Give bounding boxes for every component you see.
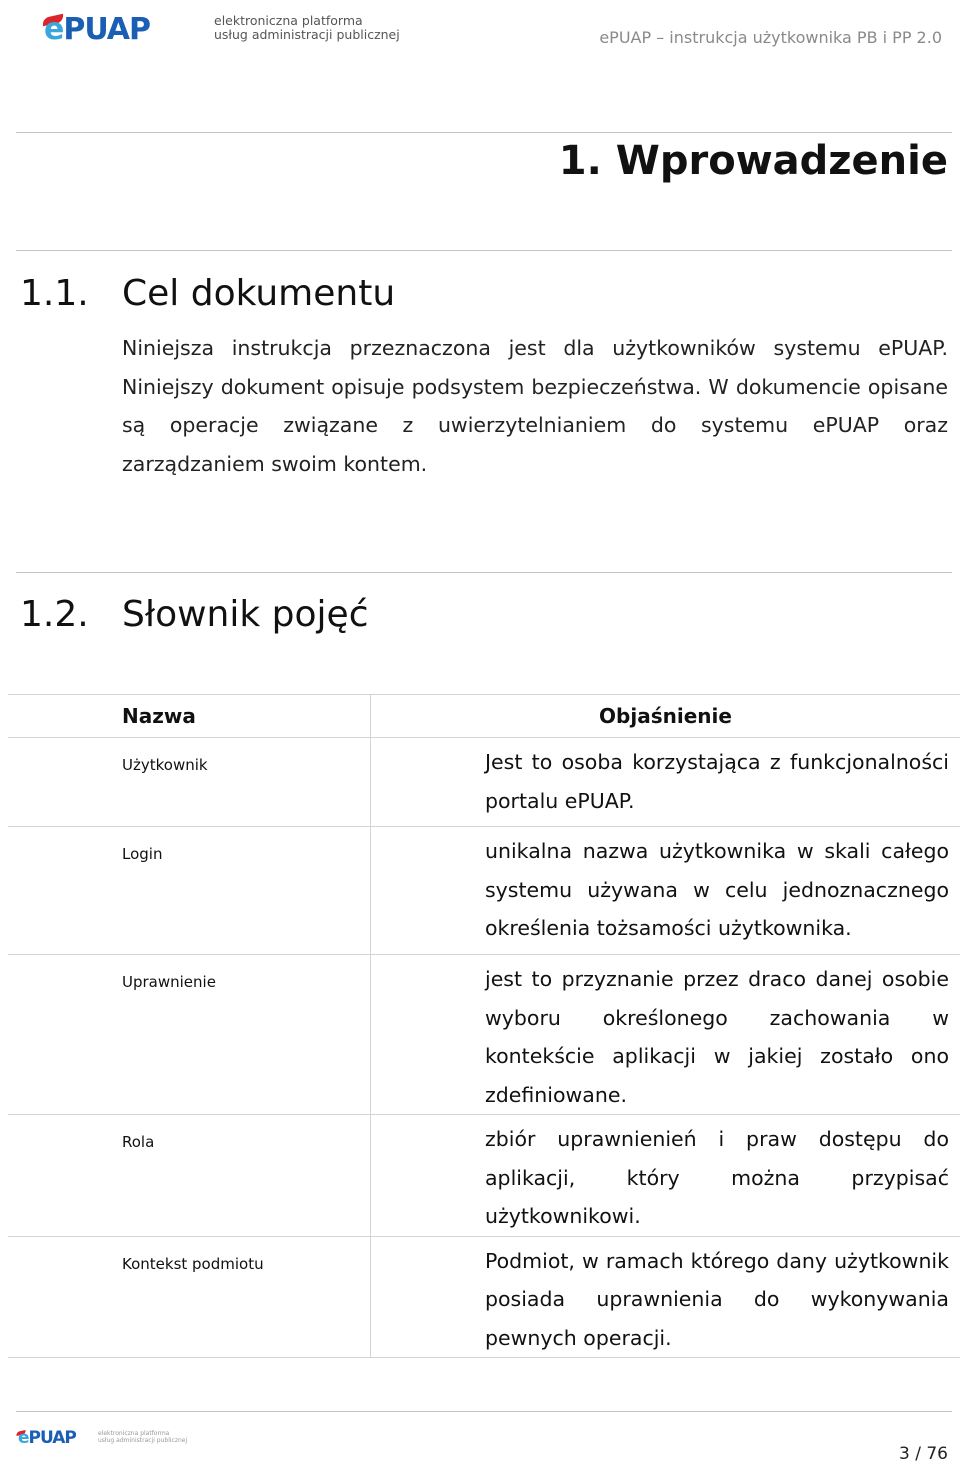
divider [16, 572, 952, 573]
definition-cell: Podmiot, w ramach którego dany użytkowni… [370, 1235, 960, 1358]
divider [16, 132, 952, 133]
header-logo: ePUAP elektroniczna platforma usług admi… [41, 12, 424, 52]
section-title: Cel dokumentu [122, 273, 396, 314]
footer-divider [16, 1411, 952, 1412]
divider [16, 250, 952, 251]
definition-cell: Jest to osoba korzystająca z funkcjonaln… [370, 737, 960, 827]
table-row: Uprawnienie jest to przyznanie przez dra… [8, 954, 960, 1115]
chapter-title: 1. Wprowadzenie [558, 138, 948, 184]
table-row: Kontekst podmiotu Podmiot, w ramach któr… [8, 1235, 960, 1358]
term-cell: Login [8, 826, 371, 955]
logo-tagline-line1: elektroniczna platforma [214, 13, 363, 28]
page-number: 3 / 76 [899, 1444, 948, 1464]
definition-cell: zbiór uprawnienień i praw dostępu do apl… [370, 1114, 960, 1237]
section-heading-purpose: 1.1. Cel dokumentu [20, 273, 395, 314]
footer-logo: ePUAP elektroniczna platforma usług admi… [15, 1428, 198, 1450]
logo-tagline-line2: usług administracji publicznej [98, 1437, 188, 1444]
section-paragraph: Niniejsza instrukcja przeznaczona jest d… [122, 336, 948, 476]
term-cell: Kontekst podmiotu [8, 1235, 371, 1358]
term-cell: Użytkownik [8, 737, 371, 827]
table-row: Login unikalna nazwa użytkownika w skali… [8, 826, 960, 955]
logo-tagline-line1: elektroniczna platforma [98, 1430, 170, 1437]
section-title: Słownik pojęć [122, 594, 369, 635]
logo-mark: ePUAP [44, 12, 151, 47]
column-header-explanation: Objaśnienie [370, 694, 960, 738]
term-cell: Uprawnienie [8, 954, 371, 1115]
logo-tagline-line2: usług administracji publicznej [214, 27, 400, 42]
running-title: ePUAP – instrukcja użytkownika PB i PP 2… [599, 28, 942, 47]
section-number: 1.1. [20, 273, 89, 314]
definition-cell: jest to przyznanie przez draco danej oso… [370, 954, 960, 1115]
section-number: 1.2. [20, 594, 89, 635]
definition-cell: unikalna nazwa użytkownika w skali całeg… [370, 826, 960, 955]
section-heading-glossary: 1.2. Słownik pojęć [20, 594, 368, 635]
term-cell: Rola [8, 1114, 371, 1237]
table-row: Rola zbiór uprawnienień i praw dostępu d… [8, 1114, 960, 1237]
table-header-row: Nazwa Objaśnienie [8, 694, 960, 738]
column-header-name: Nazwa [8, 694, 371, 738]
glossary-table: Nazwa Objaśnienie Użytkownik Jest to oso… [8, 694, 960, 1358]
logo-tagline: elektroniczna platforma usług administra… [98, 1430, 187, 1444]
logo-mark: ePUAP [18, 1428, 77, 1448]
logo-tagline: elektroniczna platforma usług administra… [214, 14, 400, 42]
table-row: Użytkownik Jest to osoba korzystająca z … [8, 737, 960, 827]
